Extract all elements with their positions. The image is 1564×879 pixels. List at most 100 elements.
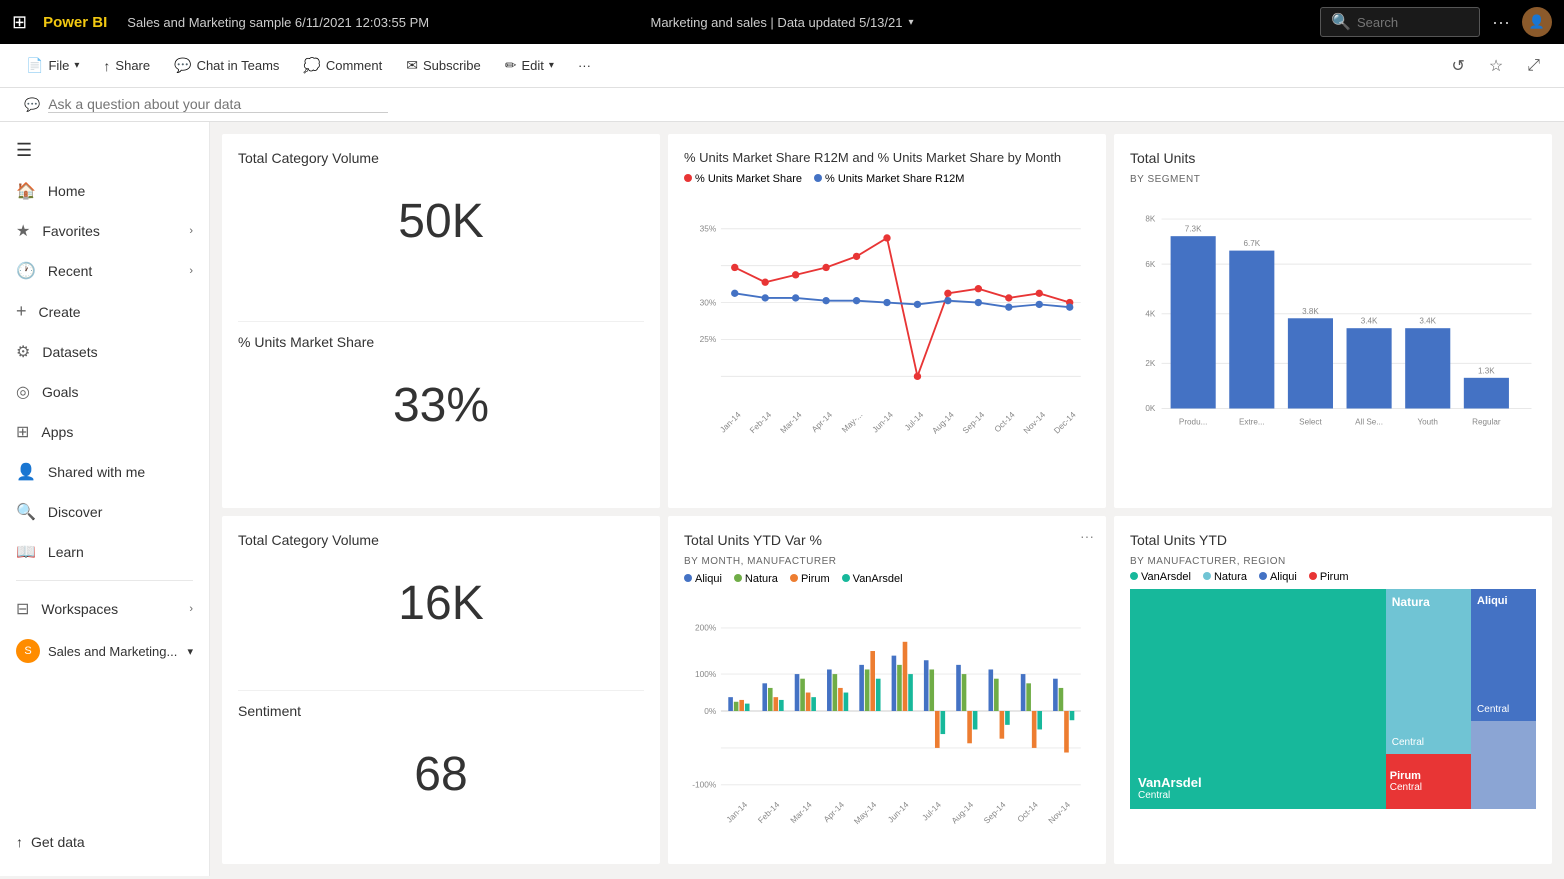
sidebar-item-shared[interactable]: 👤 Shared with me [0, 452, 209, 492]
sidebar-item-goals[interactable]: ◎ Goals [0, 372, 209, 412]
card-title-units-share: % Units Market Share [238, 334, 644, 350]
more-button[interactable]: ··· [568, 53, 601, 78]
treemap-cell-aliqui-2 [1471, 721, 1536, 809]
svg-text:Jan-14: Jan-14 [724, 799, 749, 824]
more-options-icon[interactable]: ··· [1492, 12, 1510, 33]
ytd-treemap-title: Total Units YTD [1130, 532, 1536, 548]
share-icon: ↑ [103, 58, 110, 74]
sidebar-item-recent[interactable]: 🕐 Recent › [0, 251, 209, 291]
chevron-down-icon: ▾ [549, 60, 554, 71]
svg-text:Feb-14: Feb-14 [747, 409, 773, 435]
card-title-sentiment: Sentiment [238, 703, 644, 719]
legend-dot-units-share [684, 174, 692, 182]
teams-icon: 💬 [174, 57, 191, 74]
subscribe-button[interactable]: ✉ Subscribe [396, 52, 491, 79]
svg-text:30%: 30% [700, 297, 717, 307]
chevron-down-icon[interactable]: ▾ [908, 17, 913, 28]
chat-button[interactable]: 💬 Chat in Teams [164, 52, 289, 79]
report-title: Sales and Marketing sample 6/11/2021 12:… [127, 15, 429, 30]
svg-text:7.3K: 7.3K [1185, 225, 1202, 234]
file-button[interactable]: 📄 File ▾ [16, 52, 89, 79]
card-category-volume-1: Total Category Volume 50K % Units Market… [222, 134, 660, 508]
treemap-cell-aliqui: Aliqui Central [1471, 589, 1536, 721]
datasets-icon: ⚙ [16, 342, 30, 362]
hamburger-icon: ☰ [16, 140, 32, 161]
comment-button[interactable]: 💭 Comment [293, 52, 392, 79]
sidebar-item-datasets[interactable]: ⚙ Datasets [0, 332, 209, 372]
app-grid-icon[interactable]: ⊞ [12, 12, 27, 33]
legend-dot-pirum [790, 574, 798, 582]
legend-dot-natura [734, 574, 742, 582]
legend-dot-natura2 [1203, 572, 1211, 580]
svg-text:Youth: Youth [1418, 418, 1438, 427]
svg-text:100%: 100% [695, 669, 717, 679]
svg-text:Sep-14: Sep-14 [960, 409, 986, 435]
bookmark-icon[interactable]: ☆ [1481, 52, 1511, 80]
treemap-cell-pirum: Pirum Central [1386, 754, 1471, 809]
total-volume-value: 50K [238, 174, 644, 269]
qa-bar: 💬 [0, 88, 1564, 122]
svg-text:Apr-14: Apr-14 [821, 799, 846, 824]
create-icon: + [16, 301, 27, 322]
edit-button[interactable]: ✏ Edit ▾ [495, 52, 564, 79]
svg-text:Mar-14: Mar-14 [778, 409, 804, 435]
bar-chart-title: Total Units [1130, 150, 1536, 166]
svg-text:6K: 6K [1145, 260, 1156, 269]
legend-dot-vanarsdel2 [1130, 572, 1138, 580]
sidebar-item-create[interactable]: + Create [0, 291, 209, 332]
top-right-controls: 🔍 ··· 👤 [1320, 7, 1552, 37]
favorites-icon: ★ [16, 221, 30, 241]
svg-text:Oct-14: Oct-14 [992, 409, 1017, 434]
sidebar-item-sales-marketing[interactable]: S Sales and Marketing... ▾ [0, 629, 209, 673]
svg-text:May-14: May-14 [852, 799, 879, 826]
svg-text:1.3K: 1.3K [1478, 366, 1495, 375]
svg-text:4K: 4K [1145, 309, 1156, 318]
qa-input[interactable] [48, 96, 388, 113]
line-chart-legend: % Units Market Share % Units Market Shar… [684, 173, 1090, 185]
chevron-down-icon: ▾ [187, 645, 193, 658]
recent-icon: 🕐 [16, 261, 36, 281]
card-bar-chart: Total Units BY SEGMENT 8K 6K 4K 2K 0K 7.… [1114, 134, 1552, 508]
edit-icon: ✏ [505, 57, 517, 74]
sidebar-item-apps[interactable]: ⊞ Apps [0, 412, 209, 452]
sidebar-item-home[interactable]: 🏠 Home [0, 171, 209, 211]
svg-text:Jul-14: Jul-14 [902, 409, 925, 432]
treemap: VanArsdel Central Natura Central Aliqui … [1130, 589, 1536, 809]
svg-text:Produ...: Produ... [1179, 418, 1207, 427]
svg-text:Nov-14: Nov-14 [1046, 799, 1072, 825]
chevron-right-icon: › [189, 265, 193, 277]
search-input[interactable] [1357, 15, 1469, 30]
svg-text:Extre...: Extre... [1239, 418, 1265, 427]
svg-text:25%: 25% [700, 334, 717, 344]
chevron-right-icon: › [189, 603, 193, 615]
sidebar-item-learn[interactable]: 📖 Learn [0, 532, 209, 572]
sidebar-toggle[interactable]: ☰ [0, 130, 209, 171]
search-box[interactable]: 🔍 [1320, 7, 1480, 37]
svg-text:Regular: Regular [1472, 418, 1501, 427]
refresh-icon[interactable]: ↺ [1443, 52, 1472, 80]
sidebar: ☰ 🏠 Home ★ Favorites › 🕐 Recent › + Crea… [0, 122, 210, 876]
sidebar-item-discover[interactable]: 🔍 Discover [0, 492, 209, 532]
get-data-button[interactable]: ↑ Get data [0, 824, 209, 860]
line-chart-title: % Units Market Share R12M and % Units Ma… [684, 150, 1090, 165]
fullscreen-icon[interactable]: ⤢ [1519, 53, 1548, 79]
svg-text:May-...: May-... [839, 410, 864, 435]
sidebar-item-workspaces[interactable]: ⊟ Workspaces › [0, 589, 209, 629]
svg-text:Jun-14: Jun-14 [870, 409, 895, 434]
legend-dot-aliqui [684, 574, 692, 582]
search-icon: 🔍 [1331, 12, 1351, 32]
avatar[interactable]: 👤 [1522, 7, 1552, 37]
svg-text:Aug-14: Aug-14 [949, 799, 975, 825]
sidebar-item-favorites[interactable]: ★ Favorites › [0, 211, 209, 251]
more-options-icon[interactable]: ··· [1080, 528, 1094, 544]
bar-chart-svg: 8K 6K 4K 2K 0K 7.3K 6.7K 3. [1130, 185, 1536, 475]
svg-text:All Se...: All Se... [1355, 418, 1383, 427]
svg-text:Dec-14: Dec-14 [1052, 409, 1078, 435]
share-button[interactable]: ↑ Share [93, 53, 160, 79]
treemap-cell-vanarsdel: VanArsdel Central [1130, 589, 1386, 809]
chevron-down-icon: ▾ [74, 60, 79, 71]
card-title-total-volume: Total Category Volume [238, 150, 644, 166]
file-icon: 📄 [26, 57, 43, 74]
discover-icon: 🔍 [16, 502, 36, 522]
ytd-var-chart-svg: 200% 100% 0% -100% [684, 591, 1090, 831]
